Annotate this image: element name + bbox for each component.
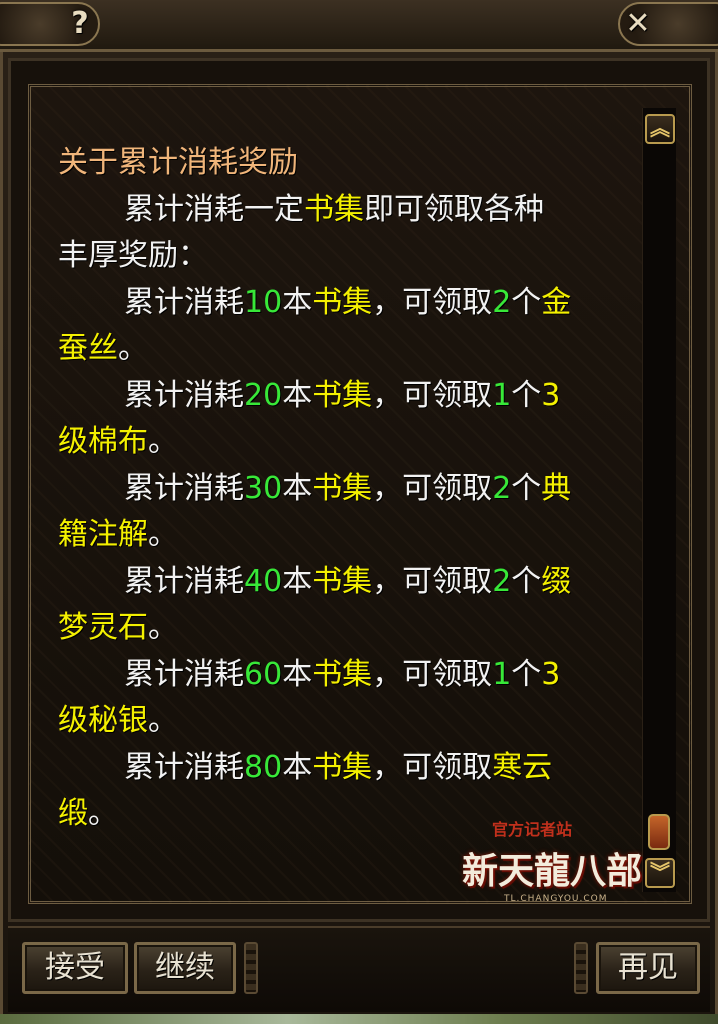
double-chevron-down-icon[interactable]: ︾ [645, 858, 675, 888]
reward-line-4a: 累计消耗40本书集，可领取2个缀 [124, 563, 572, 599]
reward-line-1a: 累计消耗10本书集，可领取2个金 [124, 284, 572, 320]
dialog-heading: 关于累计消耗奖励 [58, 145, 298, 180]
knot-ornament-right [574, 942, 588, 994]
reward-line-3a: 累计消耗30本书集，可领取2个典 [124, 470, 572, 506]
game-scene-strip [0, 1014, 718, 1024]
knot-ornament-left [244, 942, 258, 994]
title-bar: ? ✕ [0, 0, 718, 52]
reward-line-1b: 蚕丝。 [58, 331, 148, 366]
intro-line-1: 累计消耗一定书集即可领取各种 [124, 191, 544, 227]
reward-line-4b: 梦灵石。 [58, 610, 178, 645]
goodbye-button[interactable]: 再见 [596, 942, 700, 994]
reward-line-5a: 累计消耗60本书集，可领取1个3 [124, 656, 561, 692]
reward-line-5b: 级秘银。 [58, 703, 178, 738]
reward-line-6a: 累计消耗80本书集，可领取寒云 [124, 749, 553, 785]
scroll-thumb[interactable] [648, 814, 670, 850]
double-chevron-up-icon[interactable]: ︽ [645, 114, 675, 144]
intro-line-2: 丰厚奖励： [58, 238, 208, 273]
vertical-scrollbar[interactable]: ︽ ︾ [642, 108, 676, 892]
help-button[interactable]: ? [62, 6, 98, 42]
dialog-text: 关于累计消耗奖励 累计消耗一定书集即可领取各种 丰厚奖励： 累计消耗10本书集，… [58, 140, 638, 838]
reward-line-3b: 籍注解。 [58, 517, 178, 552]
reward-line-6b: 缎。 [58, 796, 118, 831]
reward-line-2a: 累计消耗20本书集，可领取1个3 [124, 377, 561, 413]
reward-line-2b: 级棉布。 [58, 424, 178, 459]
continue-button[interactable]: 继续 [134, 942, 236, 994]
accept-button[interactable]: 接受 [22, 942, 128, 994]
close-button[interactable]: ✕ [620, 6, 656, 42]
